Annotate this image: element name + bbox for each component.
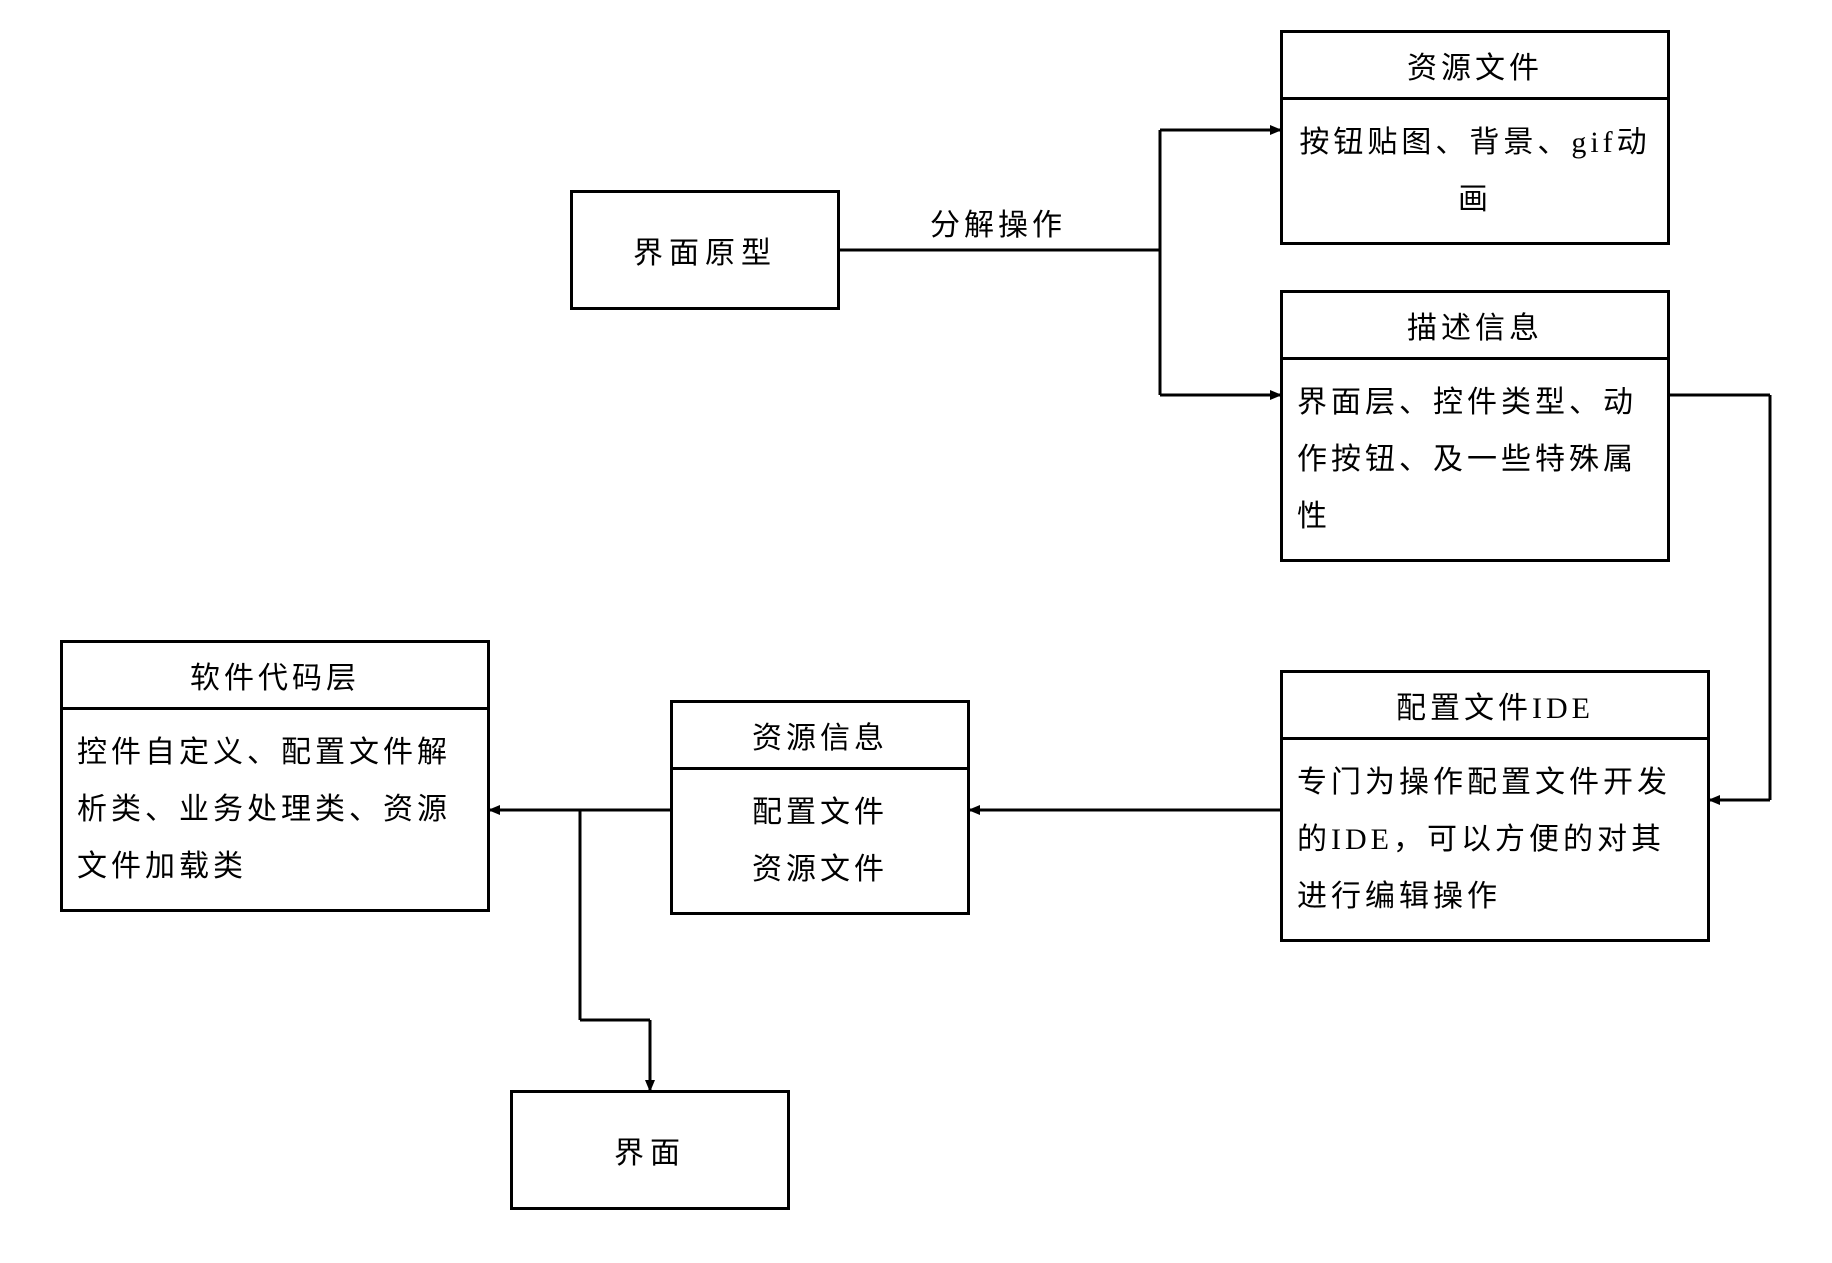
box-config-ide: 配置文件IDE 专门为操作配置文件开发的IDE，可以方便的对其进行编辑操作 <box>1280 670 1710 942</box>
box-config-ide-title: 配置文件IDE <box>1283 673 1707 737</box>
box-prototype: 界面原型 <box>570 190 840 310</box>
box-interface-label: 界面 <box>614 1128 686 1172</box>
box-resource-info-body: 配置文件 资源文件 <box>673 770 967 912</box>
box-code-layer: 软件代码层 控件自定义、配置文件解析类、业务处理类、资源文件加载类 <box>60 640 490 912</box>
box-resource-info-title: 资源信息 <box>673 703 967 767</box>
box-interface: 界面 <box>510 1090 790 1210</box>
box-resource-file-body: 按钮贴图、背景、gif动画 <box>1283 100 1667 242</box>
box-desc-info-title: 描述信息 <box>1283 293 1667 357</box>
box-desc-info-body: 界面层、控件类型、动作按钮、及一些特殊属性 <box>1283 360 1667 559</box>
edge-label-decompose: 分解操作 <box>930 200 1066 244</box>
box-resource-file: 资源文件 按钮贴图、背景、gif动画 <box>1280 30 1670 245</box>
box-desc-info: 描述信息 界面层、控件类型、动作按钮、及一些特殊属性 <box>1280 290 1670 562</box>
box-config-ide-body: 专门为操作配置文件开发的IDE，可以方便的对其进行编辑操作 <box>1283 740 1707 939</box>
box-prototype-label: 界面原型 <box>633 228 777 272</box>
box-resource-info: 资源信息 配置文件 资源文件 <box>670 700 970 915</box>
box-resource-info-line2: 资源文件 <box>687 841 953 898</box>
box-code-layer-body: 控件自定义、配置文件解析类、业务处理类、资源文件加载类 <box>63 710 487 909</box>
box-resource-file-title: 资源文件 <box>1283 33 1667 97</box>
box-code-layer-title: 软件代码层 <box>63 643 487 707</box>
box-resource-info-line1: 配置文件 <box>687 784 953 841</box>
diagram-canvas: 界面原型 资源文件 按钮贴图、背景、gif动画 描述信息 界面层、控件类型、动作… <box>0 0 1832 1263</box>
